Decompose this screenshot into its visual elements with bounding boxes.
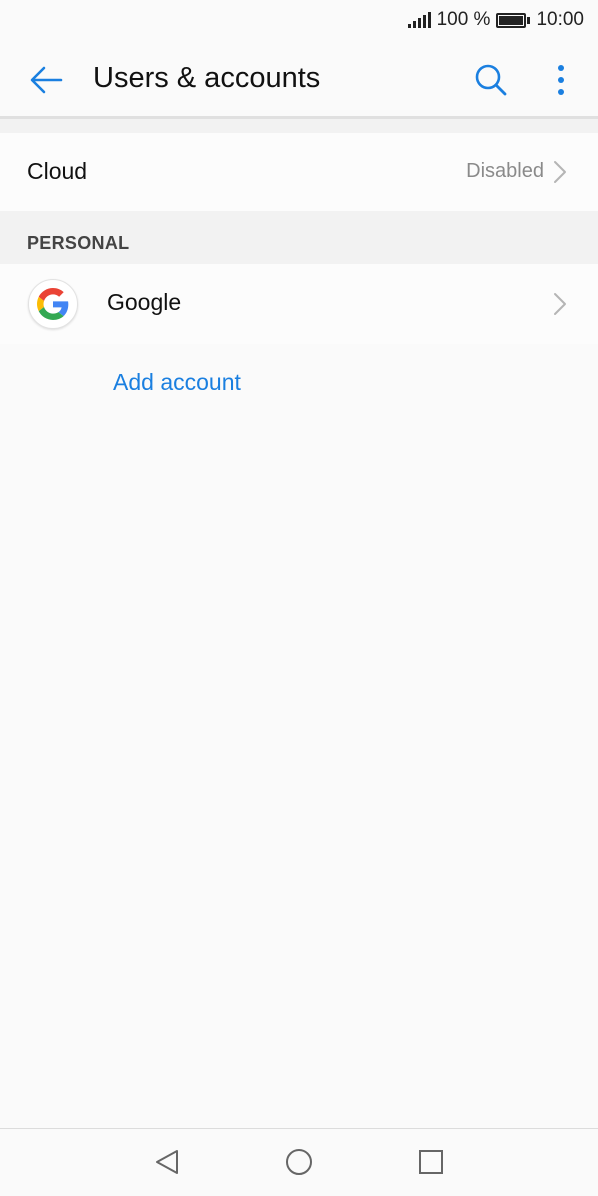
chevron-right-icon bbox=[554, 161, 566, 183]
cloud-status: Disabled bbox=[466, 160, 544, 182]
nav-home-icon bbox=[286, 1149, 312, 1175]
arrow-left-icon bbox=[30, 66, 63, 94]
page-title: Users & accounts bbox=[93, 62, 321, 94]
screen: 100 % 10:00 Users & accounts Cloud Disab… bbox=[0, 0, 598, 1196]
section-header-personal: PERSONAL bbox=[0, 211, 598, 264]
search-button[interactable] bbox=[473, 62, 509, 98]
nav-home-button[interactable] bbox=[284, 1147, 314, 1177]
cloud-row[interactable]: Cloud Disabled bbox=[0, 133, 598, 211]
signal-icon bbox=[407, 12, 431, 28]
navigation-bar bbox=[0, 1128, 598, 1196]
nav-back-icon bbox=[156, 1150, 178, 1174]
chevron-right-icon bbox=[554, 293, 566, 315]
section-title: PERSONAL bbox=[27, 233, 130, 253]
status-bar: 100 % 10:00 bbox=[0, 0, 598, 40]
google-logo-icon bbox=[28, 279, 78, 329]
search-icon bbox=[475, 64, 507, 96]
nav-recents-icon bbox=[419, 1150, 443, 1174]
account-label: Google bbox=[107, 289, 182, 315]
more-options-button[interactable] bbox=[546, 62, 576, 98]
back-button[interactable] bbox=[28, 62, 64, 98]
nav-back-button[interactable] bbox=[152, 1147, 182, 1177]
battery-icon bbox=[496, 12, 531, 28]
add-account-button[interactable]: Add account bbox=[113, 369, 241, 396]
battery-percentage: 100 % bbox=[436, 9, 491, 30]
more-vertical-icon bbox=[558, 65, 564, 95]
clock: 10:00 bbox=[536, 9, 584, 30]
nav-recents-button[interactable] bbox=[416, 1147, 446, 1177]
account-row-google[interactable]: Google bbox=[0, 264, 598, 344]
app-bar: Users & accounts bbox=[0, 40, 598, 118]
cloud-label: Cloud bbox=[27, 158, 88, 184]
spacer bbox=[0, 119, 598, 133]
